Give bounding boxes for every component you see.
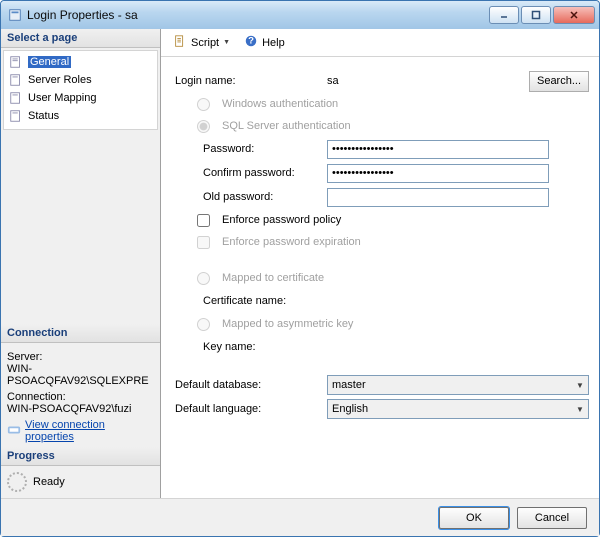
sidebar-item-status[interactable]: Status — [6, 107, 155, 125]
maximize-button[interactable] — [521, 6, 551, 24]
connection-value: WIN-PSOACQFAV92\fuzi — [7, 403, 154, 415]
cert-name-label: Certificate name: — [175, 295, 327, 307]
script-icon — [173, 34, 187, 51]
windows-auth-label: Windows authentication — [222, 98, 338, 110]
content-pane: Script ▼ ? Help Login name: sa Search...… — [161, 29, 599, 498]
progress-body: Ready — [1, 466, 160, 498]
form: Login name: sa Search... Windows authent… — [161, 57, 599, 498]
help-icon: ? — [244, 34, 258, 51]
select-page-header: Select a page — [1, 29, 160, 48]
mapped-asym-radio — [197, 318, 210, 331]
server-value: WIN-PSOACQFAV92\SQLEXPRE — [7, 363, 154, 387]
window-title: Login Properties - sa — [27, 8, 138, 22]
old-password-input[interactable] — [327, 188, 549, 207]
help-label: Help — [262, 37, 285, 49]
enforce-policy-checkbox[interactable] — [197, 214, 210, 227]
sidebar-item-general[interactable]: General — [6, 53, 155, 71]
progress-ring-icon — [7, 472, 27, 492]
default-lang-label: Default language: — [175, 403, 327, 415]
connection-header: Connection — [1, 324, 160, 343]
page-icon — [8, 54, 24, 70]
footer: OK Cancel — [1, 498, 599, 536]
enforce-policy-label: Enforce password policy — [222, 214, 341, 226]
sidebar-item-label: Server Roles — [28, 74, 92, 86]
chevron-down-icon: ▼ — [223, 39, 230, 46]
progress-status: Ready — [33, 476, 65, 488]
close-button[interactable] — [553, 6, 595, 24]
script-button[interactable]: Script ▼ — [169, 32, 234, 53]
default-language-select[interactable]: English ▼ — [327, 399, 589, 419]
toolbar: Script ▼ ? Help — [161, 29, 599, 57]
svg-text:?: ? — [248, 36, 254, 47]
page-icon — [8, 72, 24, 88]
default-db-label: Default database: — [175, 379, 327, 391]
password-input[interactable] — [327, 140, 549, 159]
sql-auth-label: SQL Server authentication — [222, 120, 351, 132]
enforce-expiration-label: Enforce password expiration — [222, 236, 361, 248]
title-bar: Login Properties - sa — [1, 1, 599, 29]
script-label: Script — [191, 37, 219, 49]
mapped-asym-label: Mapped to asymmetric key — [222, 318, 353, 330]
connection-props-icon — [7, 423, 21, 440]
sidebar-item-server-roles[interactable]: Server Roles — [6, 71, 155, 89]
search-button[interactable]: Search... — [529, 71, 589, 92]
confirm-password-input[interactable] — [327, 164, 549, 183]
mapped-cert-label: Mapped to certificate — [222, 272, 324, 284]
sidebar: Select a page General Server Roles User … — [1, 29, 161, 498]
sql-auth-radio — [197, 120, 210, 133]
view-connection-properties-link[interactable]: View connection properties — [7, 419, 154, 443]
page-list: General Server Roles User Mapping Status — [3, 50, 158, 130]
sidebar-item-label: General — [28, 56, 71, 68]
cancel-button[interactable]: Cancel — [517, 507, 587, 529]
server-label: Server: — [7, 351, 154, 363]
ok-button[interactable]: OK — [439, 507, 509, 529]
default-database-select[interactable]: master ▼ — [327, 375, 589, 395]
connection-label: Connection: — [7, 391, 154, 403]
login-name-label: Login name: — [175, 75, 327, 87]
minimize-button[interactable] — [489, 6, 519, 24]
page-icon — [8, 90, 24, 106]
enforce-expiration-checkbox — [197, 236, 210, 249]
sidebar-item-user-mapping[interactable]: User Mapping — [6, 89, 155, 107]
windows-auth-radio — [197, 98, 210, 111]
default-lang-value: English — [328, 403, 572, 415]
key-name-label: Key name: — [175, 341, 327, 353]
login-name-value: sa — [327, 75, 507, 87]
chevron-down-icon: ▼ — [572, 405, 588, 414]
confirm-password-label: Confirm password: — [175, 167, 327, 179]
link-label: View connection properties — [25, 419, 154, 443]
old-password-label: Old password: — [175, 191, 327, 203]
page-icon — [8, 108, 24, 124]
sidebar-item-label: User Mapping — [28, 92, 96, 104]
sidebar-item-label: Status — [28, 110, 59, 122]
progress-header: Progress — [1, 447, 160, 466]
help-button[interactable]: ? Help — [240, 32, 289, 53]
password-label: Password: — [175, 143, 327, 155]
app-icon — [7, 7, 23, 23]
default-db-value: master — [328, 379, 572, 391]
mapped-cert-radio — [197, 272, 210, 285]
chevron-down-icon: ▼ — [572, 381, 588, 390]
connection-section: Server: WIN-PSOACQFAV92\SQLEXPRE Connect… — [1, 343, 160, 447]
